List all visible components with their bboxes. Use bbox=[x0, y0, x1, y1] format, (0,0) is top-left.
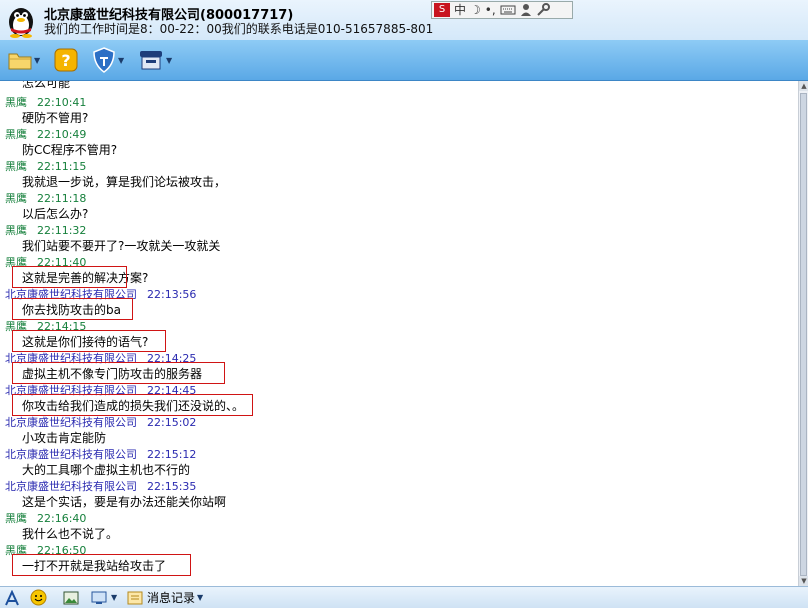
capture-button[interactable]: ▼ bbox=[91, 589, 117, 606]
punctuation-icon[interactable]: •, bbox=[485, 2, 496, 18]
message-time: 22:11:32 bbox=[37, 224, 87, 237]
history-icon bbox=[127, 591, 143, 604]
sender-name[interactable]: 北京康盛世纪科技有限公司 bbox=[5, 480, 137, 493]
partial-message: 怎么可能 bbox=[22, 81, 71, 90]
message-text: 大的工具哪个虚拟主机也不行的 bbox=[22, 463, 191, 477]
monitor-icon bbox=[91, 591, 107, 604]
moon-icon[interactable]: ☽ bbox=[470, 2, 481, 18]
keyboard-icon[interactable] bbox=[500, 4, 516, 16]
highlight-box bbox=[12, 266, 127, 288]
message-text: 防CC程序不管用? bbox=[22, 143, 118, 157]
sender-name[interactable]: 黑鹰 bbox=[5, 160, 27, 173]
ime-mode[interactable]: 中 bbox=[454, 2, 466, 18]
sender-name[interactable]: 北京康盛世纪科技有限公司 bbox=[5, 416, 137, 429]
message-text: 我就退一步说，算是我们论坛被攻击， bbox=[22, 175, 227, 189]
sender-name[interactable]: 黑鹰 bbox=[5, 224, 27, 237]
highlight-box bbox=[12, 554, 191, 576]
emoji-button[interactable] bbox=[30, 589, 47, 606]
message-time: 22:15:12 bbox=[147, 448, 197, 461]
message-time: 22:15:02 bbox=[147, 416, 197, 429]
message-time: 22:10:41 bbox=[37, 96, 87, 109]
input-toolbar: ▼ 消息记录 ▼ bbox=[0, 586, 808, 608]
message-text: 这是个实话，要是有办法还能关你站啊 bbox=[22, 495, 227, 509]
message-time: 22:11:15 bbox=[37, 160, 87, 173]
sender-name[interactable]: 黑鹰 bbox=[5, 512, 27, 525]
scrollbar-thumb[interactable] bbox=[800, 93, 807, 576]
user-icon[interactable] bbox=[520, 3, 532, 17]
folder-icon bbox=[8, 53, 32, 70]
message-header: 北京康盛世纪科技有限公司 22:15:35 bbox=[5, 478, 196, 494]
scroll-up-icon[interactable]: ▲ bbox=[799, 81, 808, 91]
shield-icon bbox=[93, 47, 115, 73]
scroll-down-icon[interactable]: ▼ bbox=[799, 576, 808, 586]
highlight-box bbox=[12, 394, 253, 416]
message-time: 22:16:40 bbox=[37, 512, 87, 525]
chevron-down-icon[interactable]: ▼ bbox=[111, 593, 117, 602]
help-icon: ? bbox=[54, 48, 78, 72]
sender-name[interactable]: 黑鹰 bbox=[5, 96, 27, 109]
message-time: 22:11:18 bbox=[37, 192, 87, 205]
message-text: 我什么也不说了。 bbox=[22, 527, 119, 541]
folder-button[interactable]: ▼ bbox=[8, 46, 40, 74]
message-header: 黑鹰 22:10:41 bbox=[5, 94, 86, 110]
message-header: 北京康盛世纪科技有限公司 22:15:12 bbox=[5, 446, 196, 462]
message-header: 黑鹰 22:11:18 bbox=[5, 190, 86, 206]
message-header: 黑鹰 22:10:49 bbox=[5, 126, 86, 142]
message-text: 以后怎么办? bbox=[22, 207, 89, 221]
message-header: 黑鹰 22:11:15 bbox=[5, 158, 86, 174]
toolbar: ▼ ? ▼ ▼ bbox=[0, 40, 808, 81]
chat-history[interactable]: 怎么可能 黑鹰 22:10:41 硬防不管用? 黑鹰 22:10:49 防CC程序不管用?… bbox=[0, 81, 798, 586]
font-button[interactable] bbox=[4, 589, 20, 606]
message-time: 22:15:35 bbox=[147, 480, 197, 493]
message-time: 22:10:49 bbox=[37, 128, 87, 141]
svg-text:?: ? bbox=[61, 51, 70, 70]
message-text: 硬防不管用? bbox=[22, 111, 89, 125]
chevron-down-icon[interactable]: ▼ bbox=[166, 56, 172, 65]
security-button[interactable]: ▼ bbox=[92, 46, 124, 74]
ime-logo-icon: S bbox=[434, 3, 450, 17]
message-header: 黑鹰 22:11:32 bbox=[5, 222, 86, 238]
history-label[interactable]: 消息记录 bbox=[147, 589, 195, 606]
title-bar: 北京康盛世纪科技有限公司(800017717) 我们的工作时间是8：00-22：… bbox=[0, 0, 808, 40]
smiley-icon bbox=[30, 589, 47, 606]
highlight-box bbox=[12, 362, 225, 384]
chevron-down-icon[interactable]: ▼ bbox=[34, 56, 40, 65]
sender-name[interactable]: 黑鹰 bbox=[5, 128, 27, 141]
help-button[interactable]: ? bbox=[54, 46, 78, 74]
message-text: 我们站要不要开了?一攻就关一攻就关 bbox=[22, 239, 221, 253]
message-header: 黑鹰 22:16:40 bbox=[5, 510, 86, 526]
ime-status-bar[interactable]: S 中 ☽ •, bbox=[431, 1, 573, 19]
sender-name[interactable]: 黑鹰 bbox=[5, 192, 27, 205]
sender-name[interactable]: 北京康盛世纪科技有限公司 bbox=[5, 448, 137, 461]
chevron-down-icon[interactable]: ▼ bbox=[197, 593, 203, 602]
chevron-down-icon[interactable]: ▼ bbox=[118, 56, 124, 65]
screenshot-button[interactable] bbox=[63, 589, 79, 606]
wrench-icon[interactable] bbox=[536, 3, 550, 17]
computer-icon bbox=[140, 51, 162, 70]
vertical-scrollbar[interactable]: ▲ ▼ bbox=[798, 81, 808, 586]
message-history-button[interactable]: 消息记录 ▼ bbox=[127, 589, 203, 606]
highlight-box bbox=[12, 298, 133, 320]
profile-button[interactable]: ▼ bbox=[138, 46, 172, 74]
message-header: 北京康盛世纪科技有限公司 22:15:02 bbox=[5, 414, 196, 430]
font-icon bbox=[5, 589, 19, 605]
notice-text: 我们的工作时间是8：00-22：00我们的联系电话是010-51657885-8… bbox=[44, 22, 434, 36]
qq-penguin-icon bbox=[9, 8, 33, 38]
message-text: 小攻击肯定能防 bbox=[22, 431, 107, 445]
message-time: 22:13:56 bbox=[147, 288, 197, 301]
highlight-box bbox=[12, 330, 166, 352]
image-icon bbox=[63, 591, 79, 604]
